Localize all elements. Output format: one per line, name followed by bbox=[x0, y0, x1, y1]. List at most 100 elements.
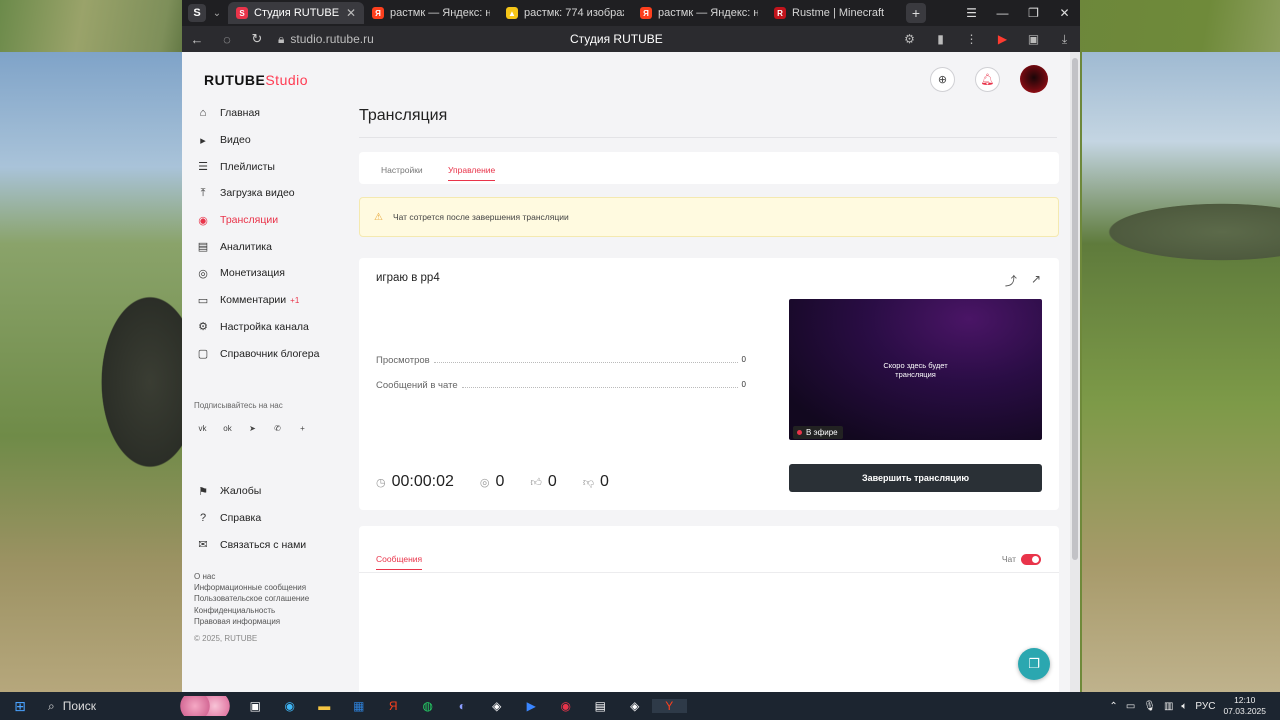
footer-link[interactable]: О нас bbox=[194, 571, 309, 582]
taskbar-search[interactable]: ⌕ Поиск bbox=[40, 692, 180, 720]
support-chat-icon[interactable]: ❐ bbox=[1018, 648, 1050, 680]
gamepad-icon[interactable]: ◈ bbox=[618, 699, 653, 713]
discord-icon[interactable]: ◐ bbox=[445, 699, 480, 713]
restore-icon[interactable]: ❐ bbox=[1018, 6, 1049, 20]
footer-link[interactable]: Пользовательское соглашение bbox=[194, 593, 309, 604]
new-tab-button[interactable]: + bbox=[906, 3, 926, 23]
stat-label: Сообщений в чате bbox=[376, 380, 458, 391]
windows-taskbar: ⊞ ⌕ Поиск ▣ ◉ ▬ ▦ Я ◍ ◐ ◈ ▶ ◉ ▤ ◈ Y ⌃ ▭ … bbox=[0, 692, 1280, 720]
more-options-icon[interactable]: ⋮ bbox=[956, 32, 987, 46]
favicon-icon: Я bbox=[640, 7, 652, 19]
vk-icon[interactable]: vk bbox=[194, 420, 211, 437]
comment-icon: ▭ bbox=[197, 294, 209, 307]
footer-link[interactable]: Конфиденциальность bbox=[194, 605, 309, 616]
comment-count-badge: +1 bbox=[290, 295, 300, 305]
end-stream-button[interactable]: Завершить трансляцию bbox=[789, 464, 1042, 492]
close-icon[interactable]: ✕ bbox=[1049, 6, 1080, 20]
minimize-icon[interactable]: — bbox=[987, 6, 1018, 20]
download-icon[interactable]: ⤓ bbox=[1049, 32, 1080, 47]
sidebar-item-analytics[interactable]: ▤ Аналитика bbox=[196, 233, 352, 260]
telegram-icon[interactable]: ➤ bbox=[244, 420, 261, 437]
stat-value: 0 bbox=[741, 380, 746, 389]
tab-settings[interactable]: Настройки bbox=[381, 165, 423, 175]
sidebar-item-question[interactable]: ? Справка bbox=[196, 505, 352, 532]
yandex-icon[interactable]: Я bbox=[376, 699, 411, 713]
browser-menu-badge[interactable]: S bbox=[188, 4, 206, 22]
recorder-icon[interactable]: ◉ bbox=[549, 699, 584, 713]
preview-text-line2: трансляция bbox=[895, 370, 936, 379]
volume-icon[interactable]: 🔈︎ bbox=[1181, 701, 1187, 712]
tab-title: Rustme | Minecraft bbox=[792, 7, 885, 19]
store-icon[interactable]: ▤ bbox=[583, 699, 618, 713]
page-scrollbar[interactable] bbox=[1070, 52, 1080, 692]
browser-tab[interactable]: Ярастмк — Яндекс: нашлось bbox=[632, 2, 766, 24]
browser-tab[interactable]: S Студия RUTUBE ✕ bbox=[228, 2, 364, 24]
sidebar-item-broadcast[interactable]: ◉ Трансляции bbox=[196, 207, 352, 234]
sidebar-item-flag[interactable]: ⚑ Жалобы bbox=[196, 478, 352, 505]
tab-management[interactable]: Управление bbox=[448, 165, 496, 181]
add-content-icon[interactable]: ⊕ bbox=[930, 66, 955, 92]
mail-icon: ✉ bbox=[198, 539, 208, 552]
back-arrow-icon[interactable]: ← bbox=[182, 32, 212, 47]
scrollbar-thumb[interactable] bbox=[1072, 58, 1078, 560]
windows-start-icon[interactable]: ⊞ bbox=[0, 698, 40, 715]
file-explorer-icon[interactable]: ▬ bbox=[307, 699, 342, 713]
chevron-up-icon[interactable]: ⌃ bbox=[1109, 701, 1117, 712]
sidebar-item-playlist[interactable]: ☰ Плейлисты bbox=[196, 153, 352, 180]
yandex-browser-icon[interactable]: Y bbox=[652, 699, 687, 713]
bell-icon[interactable]: 🔔︎ bbox=[975, 66, 1000, 92]
sidebar-item-help-book[interactable]: ▢ Справочник блогера bbox=[196, 340, 352, 367]
sidebar-item-comment[interactable]: ▭ Комментарии +1 bbox=[196, 287, 352, 314]
browser-tab[interactable]: Ярастмк — Яндекс: нашлось bbox=[364, 2, 498, 24]
shield-icon[interactable]: ◌ bbox=[212, 32, 242, 47]
viber-icon[interactable]: ✆ bbox=[269, 420, 286, 437]
sidebar-item-label: Комментарии bbox=[220, 294, 287, 307]
close-tab-icon[interactable]: ✕ bbox=[346, 6, 356, 20]
sidebar-item-video[interactable]: ▸ Видео bbox=[196, 127, 352, 154]
media-player-icon[interactable]: ▶ bbox=[514, 699, 549, 713]
avatar[interactable] bbox=[1020, 65, 1048, 93]
header-actions: ⊕ 🔔︎ bbox=[930, 65, 1048, 93]
extensions-icon[interactable]: ⚙ bbox=[894, 32, 925, 46]
messages-card: Сообщения Чат bbox=[359, 526, 1059, 692]
tab-messages[interactable]: Сообщения bbox=[376, 554, 423, 570]
lock-icon: 🔒︎ bbox=[278, 31, 285, 46]
network-icon[interactable]: ▥ bbox=[1164, 701, 1173, 712]
sidebar-item-mail[interactable]: ✉ Связаться с нами bbox=[196, 531, 352, 558]
sidebar-item-label: Главная bbox=[220, 107, 260, 120]
sidebar-item-gear[interactable]: ⚙ Настройка канала bbox=[196, 314, 352, 341]
sidebar-item-home[interactable]: ⌂ Главная bbox=[196, 100, 352, 127]
whatsapp-icon[interactable]: ◍ bbox=[411, 699, 446, 713]
edge-icon[interactable]: ◉ bbox=[273, 699, 308, 713]
browser-menu-icon[interactable]: ☰ bbox=[956, 6, 987, 20]
stream-preview[interactable]: Скоро здесь будет трансляция В эфире bbox=[789, 299, 1042, 440]
plus-icon[interactable]: + bbox=[294, 420, 311, 437]
share-icon[interactable]: ⤴ bbox=[1005, 272, 1017, 289]
sidebar-item-upload[interactable]: ⤒ Загрузка видео bbox=[196, 180, 352, 207]
footer-link[interactable]: Информационные сообщения bbox=[194, 582, 309, 593]
chat-toggle[interactable] bbox=[1021, 554, 1041, 565]
footer-link[interactable]: Правовая информация bbox=[194, 616, 309, 627]
url-field[interactable]: 🔒︎ studio.rutube.ru bbox=[278, 32, 374, 47]
timer-counter: ◷ 00:00:02 bbox=[376, 473, 454, 491]
clock[interactable]: 12:10 07.03.2025 bbox=[1223, 695, 1266, 717]
collections-icon[interactable]: ▣ bbox=[1018, 32, 1049, 46]
sidebar-item-money[interactable]: ◎ Монетизация bbox=[196, 260, 352, 287]
rutube-studio-logo[interactable]: RUTUBEStudio bbox=[204, 72, 308, 88]
ok-icon[interactable]: ok bbox=[219, 420, 236, 437]
outlook-icon[interactable]: ▦ bbox=[342, 699, 377, 713]
browser-tab[interactable]: ▲ растмк: 774 изображени bbox=[498, 2, 632, 24]
url-text: studio.rutube.ru bbox=[290, 32, 374, 46]
microphone-icon[interactable]: 🎙︎ bbox=[1143, 701, 1156, 712]
chevron-down-icon[interactable]: ⌄ bbox=[206, 8, 228, 19]
youtube-icon[interactable]: ▶ bbox=[987, 32, 1018, 46]
task-view-icon[interactable]: ▣ bbox=[238, 699, 273, 713]
playlist-icon: ☰ bbox=[198, 161, 208, 174]
bookmark-icon[interactable]: ▮ bbox=[925, 32, 956, 46]
tray-app-icon[interactable]: ▭ bbox=[1126, 701, 1135, 712]
open-external-icon[interactable]: ↗ bbox=[1031, 272, 1041, 289]
language-indicator[interactable]: РУС bbox=[1195, 701, 1215, 712]
reload-icon[interactable]: ↻ bbox=[242, 31, 272, 47]
game-icon[interactable]: ◈ bbox=[480, 699, 515, 713]
browser-tab[interactable]: R Rustme | Minecraft bbox=[766, 2, 900, 24]
